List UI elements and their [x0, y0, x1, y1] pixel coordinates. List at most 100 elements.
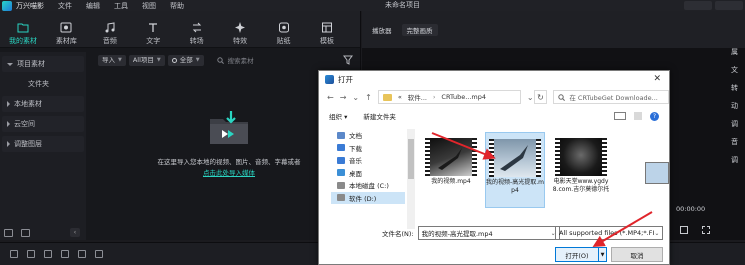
undo-icon[interactable] [10, 250, 18, 258]
tree-item-downloads[interactable]: 下载 [331, 142, 405, 155]
props-tab[interactable]: 动 [731, 101, 745, 119]
menu-file[interactable]: 文件 [58, 1, 72, 11]
cancel-button[interactable]: 取消 [611, 247, 663, 262]
delete-icon[interactable] [44, 250, 52, 258]
open-split-chevron-icon[interactable]: ▼ [599, 247, 607, 262]
file-item[interactable]: 我的视频.mp4 [421, 132, 481, 208]
up-arrow-icon[interactable]: ↑ [365, 93, 372, 102]
open-button[interactable]: 打开(O) [555, 247, 599, 262]
filter-dropdown[interactable]: All项目 ▼ [128, 54, 165, 66]
sidebar-item-local-media[interactable]: 本地素材 [2, 96, 84, 112]
props-tab[interactable]: 属 [731, 47, 745, 65]
tool-effects[interactable]: 特效 [221, 11, 259, 47]
split-icon[interactable] [61, 250, 69, 258]
sort-dropdown[interactable]: 全部 ▼ [167, 54, 204, 66]
music-icon [337, 156, 345, 164]
props-tab[interactable]: 转 [731, 83, 745, 101]
address-bar[interactable]: « 软件... › CRTube...mp4 [377, 90, 521, 104]
sort-icon [171, 57, 177, 63]
view-mode-icon[interactable] [614, 112, 626, 120]
music-note-icon [104, 22, 116, 33]
preview-pane-icon[interactable] [634, 112, 642, 120]
menu-edit[interactable]: 编辑 [86, 1, 100, 11]
text-icon[interactable] [95, 250, 103, 258]
tab-quality[interactable]: 完整画质 [401, 23, 438, 36]
organize-button[interactable]: 组织 ▾ [329, 111, 347, 121]
tree-item-documents[interactable]: 文档 [331, 129, 405, 142]
import-folder-icon [208, 110, 250, 146]
menu-view[interactable]: 视图 [142, 1, 156, 11]
sidebar-item-cloud[interactable]: 云空间 [2, 116, 84, 132]
collapse-panel-icon[interactable]: ‹ [70, 228, 80, 237]
tree-item-drive-c[interactable]: 本地磁盘 (C:) [331, 179, 405, 192]
partial-file-thumbnail[interactable] [645, 162, 669, 184]
tree-item-desktop[interactable]: 桌面 [331, 167, 405, 180]
window-action-button[interactable] [684, 1, 712, 10]
props-tab[interactable]: 文 [731, 65, 745, 83]
sticker-icon [278, 22, 290, 33]
aspect-ratio-icon[interactable] [680, 226, 688, 234]
media-sidebar: 项目素材 文件夹 本地素材 云空间 调整图层 ‹ [0, 52, 86, 240]
dialog-search-input[interactable]: 在 CRTubeGet Downloade... [553, 90, 669, 104]
path-dropdown-icon[interactable]: ⌄ [527, 93, 534, 102]
filetype-select[interactable]: All supported files (*.MP4;*.FI ⌄ [555, 226, 663, 240]
media-search[interactable]: 搜索素材 [216, 55, 254, 65]
sidebar-item-label: 项目素材 [17, 60, 45, 68]
sidebar-footer: ‹ [0, 225, 86, 240]
import-drop-zone[interactable]: 在这里导入您本地的视频、图片、音频、字幕或者 点击此处导入媒体 [144, 110, 314, 177]
props-tab[interactable]: 调 [731, 155, 745, 173]
close-icon[interactable]: ✕ [653, 74, 661, 84]
crop-icon[interactable] [78, 250, 86, 258]
document-title: 未命名项目 [385, 1, 420, 9]
film-sprocket [489, 139, 494, 177]
tree-item-drive-d[interactable]: 软件 (D:) [331, 191, 405, 204]
tree-item-label: 下载 [349, 144, 362, 153]
tool-text[interactable]: 文字 [134, 11, 172, 47]
menu-tools[interactable]: 工具 [114, 1, 128, 11]
new-folder-button[interactable]: 新建文件夹 [363, 111, 396, 121]
sidebar-item-project-media[interactable]: 项目素材 [2, 56, 84, 72]
refresh-icon[interactable]: ↻ [533, 90, 548, 104]
recent-chevron-icon[interactable]: ⌄ [352, 93, 359, 102]
tool-label: 模板 [319, 37, 334, 45]
help-icon[interactable]: ? [650, 111, 659, 121]
tool-label: 音频 [102, 37, 117, 45]
window-action-button[interactable] [715, 1, 743, 10]
new-folder-icon[interactable] [4, 228, 13, 237]
import-media-link[interactable]: 点击此处导入媒体 [144, 167, 314, 177]
tool-templates[interactable]: 模板 [308, 11, 346, 47]
import-dropdown[interactable]: 导入 ▼ [98, 54, 126, 66]
sidebar-item-label: 云空间 [14, 120, 35, 128]
forward-arrow-icon[interactable]: → [340, 93, 347, 102]
tool-my-media[interactable]: 我的素材 [4, 11, 42, 47]
props-tab[interactable]: 音 [731, 137, 745, 155]
filename-input[interactable]: 我的视频-高光提取.mp4 ⌄ [417, 226, 560, 240]
dialog-app-icon [325, 74, 334, 84]
tool-library[interactable]: 素材库 [47, 11, 85, 47]
tab-player[interactable]: 播放器 [372, 25, 392, 35]
sidebar-item-adjust-layer[interactable]: 调整图层 [2, 136, 84, 152]
redo-icon[interactable] [27, 250, 35, 258]
scrollbar-thumb[interactable] [408, 139, 414, 179]
film-sprocket [602, 138, 607, 176]
sidebar-item-label: 文件夹 [28, 80, 49, 88]
folder-add-icon[interactable] [21, 228, 30, 237]
filter-icon[interactable] [343, 55, 353, 65]
file-item-selected[interactable]: 我的视频-高光提取.mp4 [485, 132, 545, 208]
tool-stickers[interactable]: 贴纸 [265, 11, 303, 47]
props-tab[interactable]: 调 [731, 119, 745, 137]
file-item[interactable]: 电影天堂www.ygdy8.com.吉尔莫德尔托 [551, 132, 611, 208]
dialog-nav-bar: ← → ⌄ ↑ « 软件... › CRTube...mp4 ⌄ ↻ 在 CRT… [319, 87, 669, 107]
path-segment[interactable]: CRTube...mp4 [441, 93, 486, 101]
sidebar-item-folder[interactable]: 文件夹 [2, 76, 84, 92]
tool-audio[interactable]: 音频 [91, 11, 129, 47]
fullscreen-icon[interactable] [702, 226, 710, 234]
tree-item-music[interactable]: 音乐 [331, 154, 405, 167]
tool-transition[interactable]: 转场 [178, 11, 216, 47]
caret-down-icon: ▼ [195, 56, 200, 63]
tree-scrollbar[interactable] [407, 129, 415, 229]
media-panel: 我的素材 素材库 音频 文字 转场 特效 贴纸 模板 项目素材 文件夹 本地素材… [0, 11, 361, 240]
path-segment[interactable]: 软件... [408, 92, 427, 102]
menu-help[interactable]: 帮助 [170, 1, 184, 11]
back-arrow-icon[interactable]: ← [327, 93, 334, 102]
